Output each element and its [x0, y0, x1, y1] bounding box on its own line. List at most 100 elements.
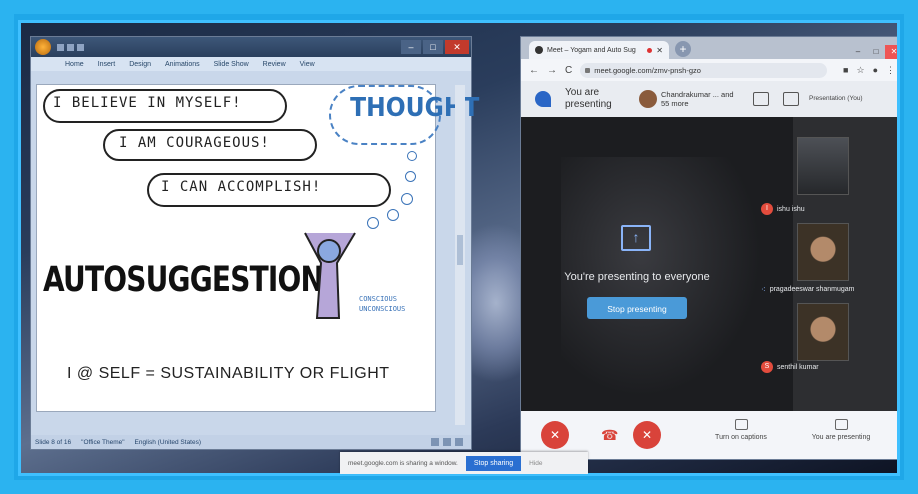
- participant-avatar: [639, 90, 657, 108]
- browser-tab-meet[interactable]: Meet – Yogam and Auto Sug ✕: [529, 41, 669, 59]
- ribbon-tab-design[interactable]: Design: [129, 61, 151, 68]
- undo-icon[interactable]: [67, 43, 74, 51]
- presenting-message: You're presenting to everyone: [564, 271, 710, 283]
- captions-icon: [734, 419, 748, 430]
- close-button[interactable]: ✕: [885, 45, 897, 59]
- screen-share-notification: meet.google.com is sharing a window. Sto…: [340, 452, 588, 474]
- slide-autosuggestion-heading: AUTOSUGGESTION: [43, 260, 324, 300]
- status-language: English (United States): [134, 438, 202, 446]
- ribbon-tab-view[interactable]: View: [300, 61, 315, 68]
- participant-initial-badge: I: [761, 203, 773, 215]
- profile-avatar-icon[interactable]: ●: [873, 65, 878, 76]
- slide-line-courageous: I AM COURAGEOUS!: [119, 135, 270, 151]
- participant-initial-badge: S: [761, 361, 773, 373]
- ppt-status-bar: Slide 8 of 16 "Office Theme" English (Un…: [31, 435, 471, 449]
- toolbar-icons: ■ ☆ ● ⋮: [843, 65, 895, 76]
- chrome-toolbar: ← → C meet.google.com/zmv-pnsh-gzo ■ ☆ ●…: [521, 59, 897, 81]
- quick-access-toolbar: [57, 43, 84, 51]
- slide-line-accomplish: I CAN ACCOMPLISH!: [161, 179, 322, 195]
- thought-bubble-dot: [405, 171, 416, 182]
- ribbon-tab-insert[interactable]: Insert: [98, 61, 116, 68]
- captions-button[interactable]: Turn on captions: [701, 419, 781, 441]
- new-tab-button[interactable]: +: [675, 41, 691, 57]
- minimize-button[interactable]: –: [401, 40, 421, 54]
- present-icon: [834, 419, 848, 430]
- slide-formula: I @ SELF = SUSTAINABILITY OR FLIGHT: [67, 365, 390, 382]
- maximize-button[interactable]: □: [867, 45, 885, 59]
- address-bar[interactable]: meet.google.com/zmv-pnsh-gzo: [580, 62, 828, 78]
- slide-conscious-label: CONSCIOUS UNCONSCIOUS: [359, 294, 405, 314]
- participants-summary[interactable]: Chandrakumar ... and 55 more: [661, 90, 741, 108]
- bookmark-star-icon[interactable]: ☆: [856, 65, 864, 76]
- participant-name: pragadeeswar shanmugam: [769, 286, 855, 293]
- present-screen-icon: ↑: [621, 225, 651, 251]
- thought-bubble-dot: [407, 151, 417, 161]
- participant-video-thumbnail[interactable]: [797, 223, 849, 281]
- participant-video-thumbnail[interactable]: [797, 303, 849, 361]
- present-now-button[interactable]: You are presenting: [801, 419, 881, 441]
- ribbon-tab-animations[interactable]: Animations: [165, 61, 200, 68]
- back-arrow-icon[interactable]: ←: [529, 65, 539, 76]
- audio-wave-icon: ⁖: [761, 285, 766, 294]
- recording-dot-icon: [647, 47, 653, 53]
- meet-top-icons: [753, 92, 799, 106]
- sorter-view-icon[interactable]: [443, 438, 451, 446]
- ppt-ribbon-tabs: Home Insert Design Animations Slide Show…: [31, 57, 471, 71]
- save-icon[interactable]: [57, 43, 64, 51]
- screen-capture: – □ ✕ Home Insert Design Animations Slid…: [18, 20, 900, 476]
- ppt-vertical-scrollbar[interactable]: [455, 85, 465, 425]
- leave-call-button[interactable]: ☎: [601, 427, 618, 444]
- camera-off-button[interactable]: ✕: [633, 421, 661, 449]
- minimize-button[interactable]: –: [849, 45, 867, 59]
- status-theme: "Office Theme": [81, 438, 125, 446]
- chrome-tab-strip: Meet – Yogam and Auto Sug ✕ + – □ ✕: [521, 37, 897, 59]
- people-icon[interactable]: [753, 92, 769, 106]
- participant-row: ⁖ pragadeeswar shanmugam: [761, 285, 855, 294]
- present-label: You are presenting: [811, 434, 871, 441]
- presentation-tile-label: Presentation (You): [809, 95, 863, 102]
- thought-bubble-dot: [367, 217, 379, 229]
- stop-sharing-button[interactable]: Stop sharing: [465, 455, 522, 471]
- ribbon-tab-home[interactable]: Home: [65, 61, 84, 68]
- powerpoint-window: – □ ✕ Home Insert Design Animations Slid…: [31, 37, 479, 449]
- view-buttons: [431, 438, 463, 446]
- scroll-thumb[interactable]: [457, 235, 463, 265]
- ribbon-tab-slideshow[interactable]: Slide Show: [214, 61, 249, 68]
- ppt-window-controls: – □ ✕: [401, 40, 471, 54]
- maximize-button[interactable]: □: [423, 40, 443, 54]
- chrome-window: Meet – Yogam and Auto Sug ✕ + – □ ✕ ← → …: [521, 37, 897, 459]
- sharing-message: meet.google.com is sharing a window.: [348, 459, 458, 467]
- meet-main-stage: ↑ You're presenting to everyone Stop pre…: [521, 117, 793, 411]
- slideshow-view-icon[interactable]: [455, 438, 463, 446]
- captions-label: Turn on captions: [715, 434, 767, 441]
- tab-title: Meet – Yogam and Auto Sug: [547, 46, 636, 54]
- hide-button[interactable]: Hide: [529, 460, 542, 467]
- participant-row: I ishu ishu: [761, 203, 805, 215]
- office-button-icon[interactable]: [35, 39, 51, 55]
- redo-icon[interactable]: [77, 43, 84, 51]
- thought-bubble-dot: [387, 209, 399, 221]
- stick-figure-illustration: [304, 232, 356, 319]
- mic-off-button[interactable]: ✕: [541, 421, 569, 449]
- thought-bubble-dot: [401, 193, 413, 205]
- normal-view-icon[interactable]: [431, 438, 439, 446]
- menu-kebab-icon[interactable]: ⋮: [886, 65, 895, 76]
- ribbon-tab-review[interactable]: Review: [263, 61, 286, 68]
- close-button[interactable]: ✕: [445, 40, 469, 54]
- camera-indicator-icon[interactable]: ■: [843, 65, 848, 76]
- reload-icon[interactable]: C: [565, 65, 572, 76]
- participant-name: ishu ishu: [777, 205, 805, 213]
- slide-canvas[interactable]: I BELIEVE IN MYSELF! I AM COURAGEOUS! I …: [37, 85, 479, 411]
- ppt-title-bar: – □ ✕: [31, 37, 471, 57]
- chat-icon[interactable]: [783, 92, 799, 106]
- chrome-window-controls: – □ ✕: [849, 45, 897, 59]
- status-slide-number: Slide 8 of 16: [35, 438, 72, 446]
- participant-video-thumbnail[interactable]: [797, 137, 849, 195]
- you-are-presenting-label: You are presenting: [565, 87, 612, 110]
- slide-line-believe: I BELIEVE IN MYSELF!: [53, 95, 242, 111]
- forward-arrow-icon[interactable]: →: [547, 65, 557, 76]
- conscious-text: CONSCIOUS: [359, 295, 397, 303]
- stop-presenting-button[interactable]: Stop presenting: [587, 297, 687, 319]
- tab-close-icon[interactable]: ✕: [656, 46, 663, 55]
- meet-favicon-icon: [535, 46, 543, 54]
